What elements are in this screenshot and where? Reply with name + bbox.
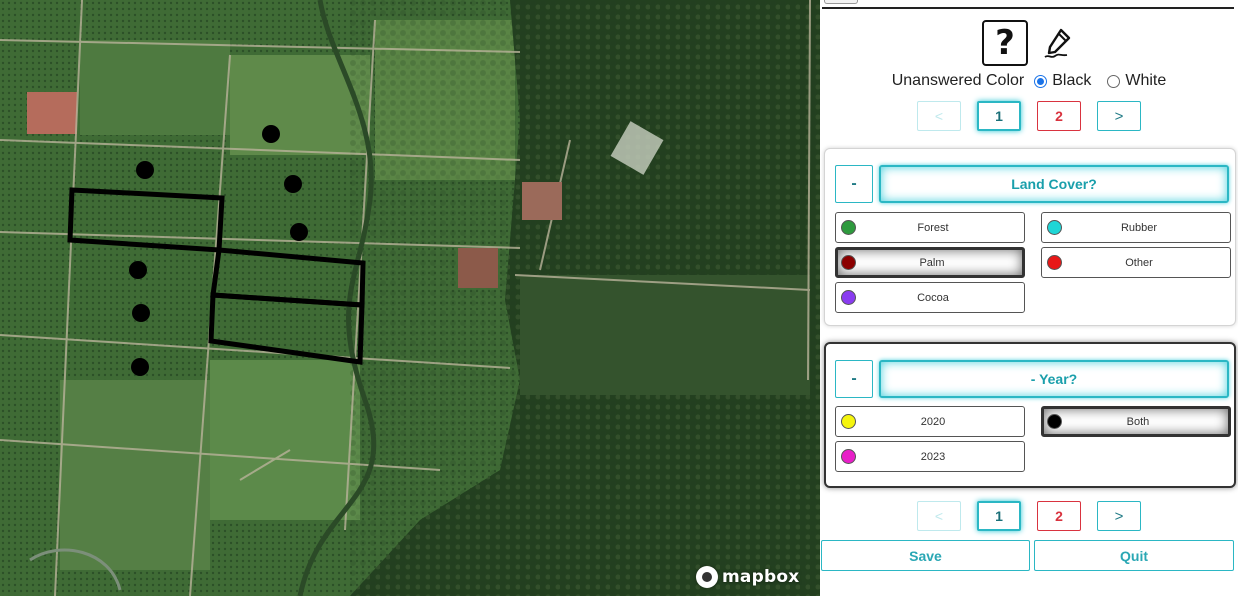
mapbox-attribution[interactable]: mapbox xyxy=(696,566,799,588)
option-label: Both xyxy=(1126,415,1150,428)
annotation-panel: ? Unanswered Color Black White < 1 2 > -… xyxy=(820,0,1238,596)
option-label: Palm xyxy=(919,256,945,269)
pager-prev-button[interactable]: < xyxy=(917,501,961,531)
panel-divider xyxy=(822,7,1234,9)
radio-black-label: Black xyxy=(1052,72,1092,89)
question-title[interactable]: Land Cover? xyxy=(879,165,1229,203)
toolbar: ? xyxy=(820,20,1238,66)
option-2023[interactable]: 2023 xyxy=(835,441,1025,472)
mapbox-label: mapbox xyxy=(722,567,800,587)
question-mark-icon: ? xyxy=(995,23,1015,63)
panel-top-tab[interactable] xyxy=(824,0,858,4)
option-rubber[interactable]: Rubber xyxy=(1041,212,1231,243)
pager-page-1[interactable]: 1 xyxy=(977,101,1021,131)
color-swatch xyxy=(1047,255,1062,270)
option-label: Cocoa xyxy=(917,291,949,304)
pager-next-button[interactable]: > xyxy=(1097,101,1141,131)
pager-page-1[interactable]: 1 xyxy=(977,501,1021,531)
color-swatch xyxy=(841,255,856,270)
color-swatch xyxy=(841,414,856,429)
pen-signature-icon xyxy=(1044,28,1071,58)
radio-black-control[interactable] xyxy=(1034,74,1048,88)
pager-page-2[interactable]: 2 xyxy=(1037,501,1081,531)
color-swatch xyxy=(841,290,856,305)
option-forest[interactable]: Forest xyxy=(835,212,1025,243)
save-button[interactable]: Save xyxy=(821,540,1030,571)
radio-black[interactable]: Black xyxy=(1030,72,1091,90)
option-2020[interactable]: 2020 xyxy=(835,406,1025,437)
color-swatch xyxy=(841,449,856,464)
question-title[interactable]: - Year? xyxy=(879,360,1229,398)
help-button[interactable]: ? xyxy=(982,20,1028,66)
question-header: - - Year? xyxy=(835,360,1229,398)
option-label: 2020 xyxy=(920,415,946,428)
pager-next-button[interactable]: > xyxy=(1097,501,1141,531)
option-both[interactable]: Both xyxy=(1041,406,1231,437)
pager-bottom: < 1 2 > xyxy=(820,501,1238,531)
option-label: 2023 xyxy=(920,450,946,463)
option-label: Forest xyxy=(917,221,949,234)
map-imagery xyxy=(0,0,820,596)
option-label: Rubber xyxy=(1120,221,1158,234)
option-other[interactable]: Other xyxy=(1041,247,1231,278)
unanswered-color-setting: Unanswered Color Black White xyxy=(820,72,1238,90)
radio-white[interactable]: White xyxy=(1103,72,1166,90)
color-swatch xyxy=(841,220,856,235)
option-label: Other xyxy=(1125,256,1153,269)
quit-button[interactable]: Quit xyxy=(1034,540,1234,571)
radio-white-control[interactable] xyxy=(1107,74,1121,88)
question-card-year: - - Year? 2020 Both 2023 xyxy=(824,342,1236,488)
pager-page-2[interactable]: 2 xyxy=(1037,101,1081,131)
option-palm[interactable]: Palm xyxy=(835,247,1025,278)
question-card-land-cover: - Land Cover? Forest Rubber Palm Other C… xyxy=(824,148,1236,326)
question-header: - Land Cover? xyxy=(835,165,1229,203)
color-swatch xyxy=(1047,414,1062,429)
option-cocoa[interactable]: Cocoa xyxy=(835,282,1025,313)
pager-prev-button[interactable]: < xyxy=(917,101,961,131)
app-root: mapbox ? Unanswered Color Black White < … xyxy=(0,0,1238,596)
unanswered-color-label: Unanswered Color xyxy=(891,72,1025,89)
pager-top: < 1 2 > xyxy=(820,101,1238,131)
collapse-button[interactable]: - xyxy=(835,165,873,203)
draw-button[interactable] xyxy=(1040,20,1076,66)
mapbox-logo-icon xyxy=(696,566,718,588)
color-swatch xyxy=(1047,220,1062,235)
satellite-map[interactable]: mapbox xyxy=(0,0,820,596)
radio-white-label: White xyxy=(1125,72,1167,89)
collapse-button[interactable]: - xyxy=(835,360,873,398)
